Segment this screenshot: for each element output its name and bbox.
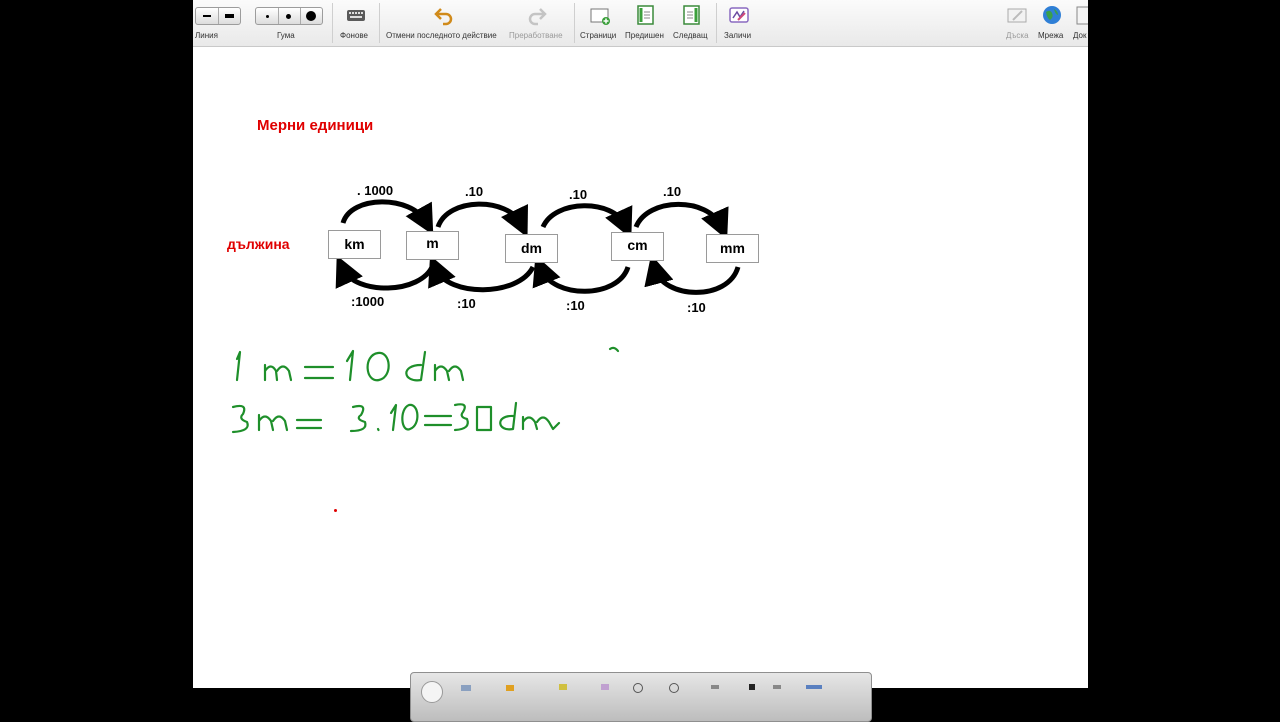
tool-icon[interactable] <box>806 685 822 689</box>
keyboard-icon <box>347 10 365 21</box>
redo-button[interactable]: Преработване <box>506 0 571 46</box>
undo-button[interactable]: Отмени последното действие <box>383 0 503 46</box>
previous-page-button[interactable]: Предишен <box>624 0 668 46</box>
document-icon <box>1076 6 1088 25</box>
pointer-tool-icon[interactable] <box>421 681 443 703</box>
board-icon <box>1007 8 1027 23</box>
toolbar: Линия Гума Фонове Отмени последното дейс… <box>193 0 1088 47</box>
eraser-medium-icon[interactable] <box>286 14 291 19</box>
pages-label: Страници <box>580 31 617 40</box>
redo-label: Преработване <box>509 31 563 40</box>
thick-line-icon[interactable] <box>225 14 234 18</box>
eraser-small-icon[interactable] <box>266 15 269 18</box>
handwriting-line2-strokes <box>231 401 561 434</box>
add-page-icon <box>590 8 610 25</box>
undo-icon <box>434 8 453 26</box>
tool-icon[interactable] <box>633 683 643 693</box>
eraser-size-selector[interactable] <box>255 7 323 25</box>
line-tool-group: Линия <box>193 0 243 46</box>
drawing-canvas[interactable]: Мерни единици дължина km m dm cm mm . 10… <box>193 47 1088 688</box>
red-ink-dot <box>334 509 337 512</box>
separator <box>332 3 333 43</box>
separator <box>716 3 717 43</box>
thin-line-icon[interactable] <box>203 15 211 17</box>
tool-icon[interactable] <box>773 685 781 689</box>
document-label: Док <box>1073 31 1087 40</box>
tool-icon[interactable] <box>601 684 609 690</box>
backgrounds-button[interactable]: Фонове <box>336 0 376 46</box>
previous-label: Предишен <box>625 31 664 40</box>
whiteboard-app: Линия Гума Фонове Отмени последното дейс… <box>193 0 1088 688</box>
undo-label: Отмени последното действие <box>386 31 497 40</box>
clear-button[interactable]: Заличи <box>720 0 760 46</box>
network-label: Мрежа <box>1038 31 1064 40</box>
backgrounds-label: Фонове <box>340 31 369 40</box>
eraser-large-icon[interactable] <box>306 11 316 21</box>
next-page-icon <box>683 5 700 25</box>
line-width-selector[interactable] <box>195 7 241 25</box>
tool-icon[interactable] <box>749 684 755 690</box>
board-button[interactable]: Дъска <box>1003 0 1031 46</box>
eraser-label: Гума <box>277 31 295 40</box>
tool-icon[interactable] <box>559 684 567 690</box>
pages-button[interactable]: Страници <box>578 0 622 46</box>
clear-label: Заличи <box>724 31 752 40</box>
tool-icon[interactable] <box>461 685 471 691</box>
network-button[interactable]: Мрежа <box>1037 0 1067 46</box>
tool-icon[interactable] <box>669 683 679 693</box>
next-page-button[interactable]: Следващ <box>670 0 714 46</box>
handwriting-ink <box>231 346 620 434</box>
separator <box>379 3 380 43</box>
next-label: Следващ <box>673 31 708 40</box>
document-button[interactable]: Док <box>1070 0 1088 46</box>
clear-icon <box>729 7 749 23</box>
tool-icon[interactable] <box>506 685 514 691</box>
tool-icon[interactable] <box>711 685 719 689</box>
redo-icon <box>528 8 547 26</box>
board-label: Дъска <box>1006 31 1029 40</box>
separator <box>574 3 575 43</box>
eraser-tool-group: Гума <box>253 0 325 46</box>
handwriting-line1-strokes <box>235 346 620 382</box>
floating-tools-bar[interactable] <box>410 672 872 722</box>
globe-icon <box>1043 6 1061 24</box>
previous-page-icon <box>637 5 654 25</box>
line-label: Линия <box>195 31 218 40</box>
